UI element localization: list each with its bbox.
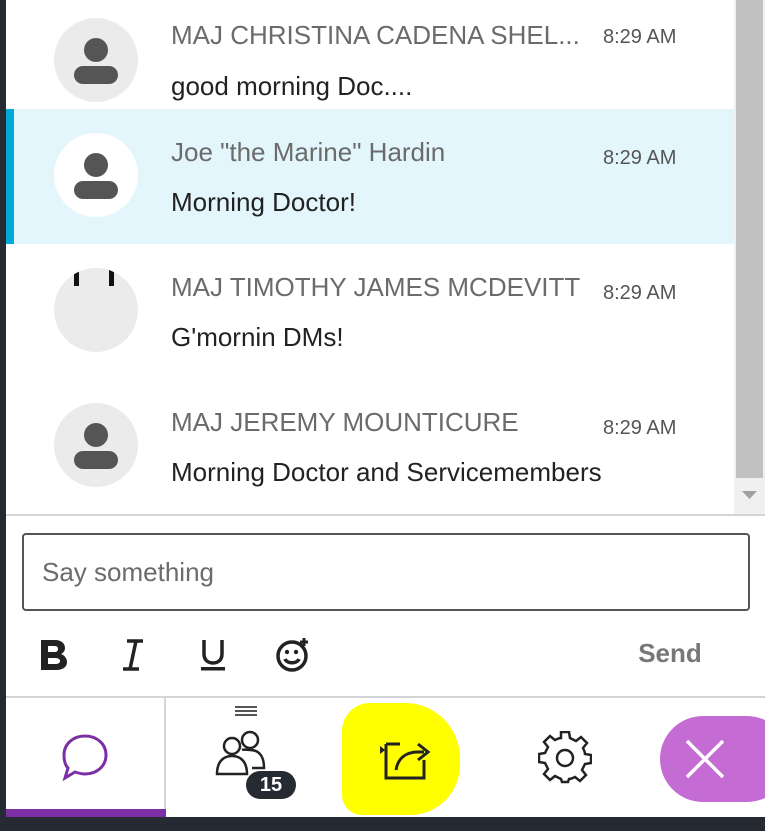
divider (6, 514, 765, 516)
share-content-icon (380, 742, 431, 779)
message-item[interactable]: MAJ JEREMY MOUNTICURE 8:29 AM Morning Do… (6, 379, 734, 514)
default-person-icon (54, 403, 138, 487)
message-input[interactable] (24, 535, 748, 609)
bold-icon[interactable] (30, 632, 76, 678)
underline-icon[interactable] (190, 632, 236, 678)
close-button[interactable] (660, 716, 765, 802)
message-text: Morning Doctor! (171, 187, 356, 217)
close-icon (685, 739, 725, 779)
tab-chat[interactable] (6, 698, 166, 817)
message-author: MAJ TIMOTHY JAMES MCDEVITT (171, 272, 581, 302)
tab-settings[interactable] (488, 698, 642, 817)
message-time: 8:29 AM (603, 282, 677, 304)
custom-avatar (54, 268, 138, 352)
message-author: Joe "the Marine" Hardin (171, 137, 446, 167)
message-time: 8:29 AM (603, 417, 677, 439)
message-author: MAJ JEREMY MOUNTICURE (171, 407, 519, 437)
active-tab-indicator (6, 809, 166, 817)
message-text: Morning Doctor and Servicemembers (171, 457, 602, 487)
tab-share-content[interactable] (328, 698, 488, 817)
tab-attendees[interactable] (168, 698, 328, 817)
message-item-selected[interactable]: Joe "the Marine" Hardin 8:29 AM Morning … (6, 109, 734, 244)
chat-bubble-icon (62, 733, 108, 781)
message-list[interactable]: MAJ CHRISTINA CADENA SHEL... 8:29 AM goo… (6, 0, 734, 514)
message-text: G'mornin DMs! (171, 322, 344, 352)
message-item[interactable]: MAJ CHRISTINA CADENA SHEL... 8:29 AM goo… (6, 0, 734, 121)
message-time: 8:29 AM (603, 147, 677, 169)
scrollbar-thumb[interactable] (736, 0, 763, 478)
window-edge (0, 817, 765, 831)
gear-icon (538, 730, 592, 783)
message-text: good morning Doc.... (171, 71, 413, 101)
message-input-box[interactable] (22, 533, 750, 611)
message-time: 8:29 AM (603, 26, 677, 48)
message-item[interactable]: MAJ TIMOTHY JAMES MCDEVITT 8:29 AM G'mor… (6, 244, 734, 379)
emoji-icon[interactable] (270, 632, 316, 678)
default-person-icon (54, 18, 138, 102)
default-person-icon (54, 133, 138, 217)
scroll-down-arrow-icon[interactable] (734, 484, 765, 506)
scrollbar[interactable] (734, 0, 765, 514)
message-author: MAJ CHRISTINA CADENA SHEL... (171, 20, 580, 50)
collaborate-chat-panel: MAJ CHRISTINA CADENA SHEL... 8:29 AM goo… (0, 0, 765, 831)
attendee-count-badge: 15 (246, 771, 296, 799)
italic-icon[interactable] (110, 632, 156, 678)
send-button[interactable]: Send (620, 638, 720, 674)
